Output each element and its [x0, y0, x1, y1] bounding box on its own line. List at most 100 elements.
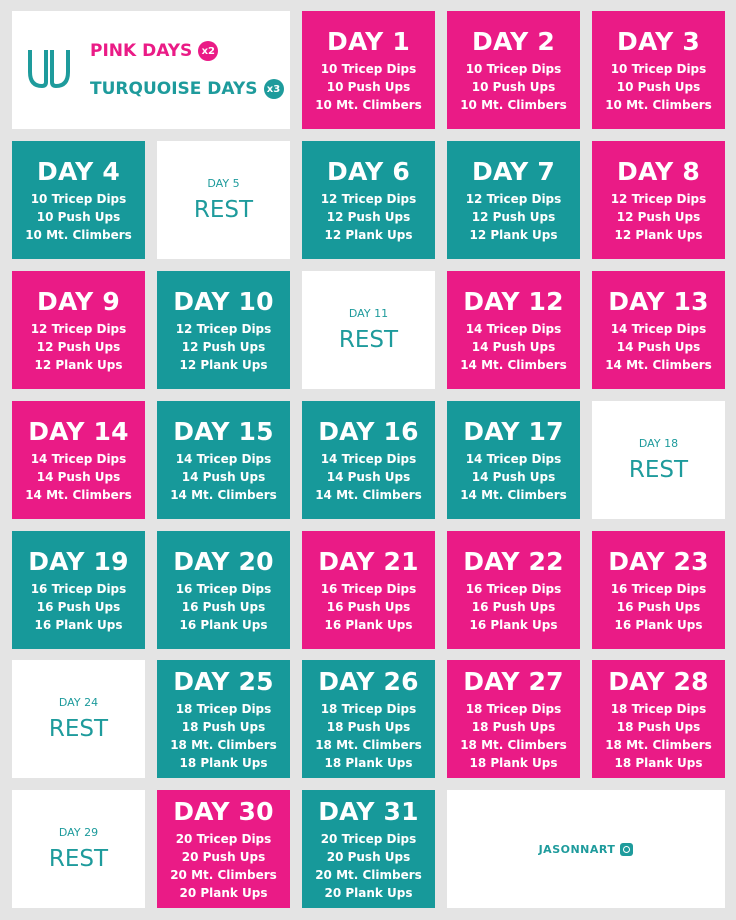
exercise-item: 12 Plank Ups: [324, 227, 413, 242]
day-title: DAY 20: [173, 546, 274, 576]
exercise-item: 20 Plank Ups: [179, 885, 268, 900]
exercise-item: 16 Push Ups: [616, 599, 701, 614]
day-cell-2: DAY 2 10 Tricep Dips 10 Push Ups 10 Mt. Cli…: [447, 11, 580, 129]
exercise-item: 14 Tricep Dips: [610, 321, 707, 336]
day-cell-22: DAY 22 16 Tricep Dips 16 Push Ups 16 Plank …: [447, 531, 580, 649]
day-title: DAY 26: [318, 666, 419, 696]
day-label: DAY 29: [58, 826, 99, 839]
exercise-item: 18 Tricep Dips: [175, 701, 272, 716]
exercise-item: 10 Mt. Climbers: [605, 97, 712, 112]
turquoise-days-label: TURQUOISE DAYS: [90, 79, 258, 99]
exercise-item: 10 Tricep Dips: [465, 61, 562, 76]
rest-label: REST: [48, 846, 109, 872]
day-cell-13: DAY 13 14 Tricep Dips 14 Push Ups 14 Mt. Cl…: [592, 271, 725, 389]
exercise-item: 14 Tricep Dips: [465, 321, 562, 336]
day-cell-7: DAY 7 12 Tricep Dips 12 Push Ups 12 Plank U…: [447, 141, 580, 259]
pink-days-label: PINK DAYS: [90, 41, 193, 61]
day-cell-15: DAY 15 14 Tricep Dips 14 Push Ups 14 Mt. Cl…: [157, 401, 290, 519]
day-title: DAY 31: [318, 796, 419, 826]
exercise-item: 18 Mt. Climbers: [460, 737, 567, 752]
exercise-item: 12 Tricep Dips: [175, 321, 272, 336]
day-title: DAY 7: [472, 156, 555, 186]
day-cell-23: DAY 23 16 Tricep Dips 16 Push Ups 16 Plank …: [592, 531, 725, 649]
day-cell-21: DAY 21 16 Tricep Dips 16 Push Ups 16 Plank …: [302, 531, 435, 649]
exercise-item: 20 Push Ups: [181, 849, 266, 864]
day-cell-8: DAY 8 12 Tricep Dips 12 Push Ups 12 Plank U…: [592, 141, 725, 259]
day-cell-18: DAY 18 REST: [592, 401, 725, 519]
exercise-item: 18 Push Ups: [616, 719, 701, 734]
exercise-item: 14 Push Ups: [471, 469, 556, 484]
day-cell-31: DAY 31 20 Tricep Dips 20 Push Ups 20 Mt. Cl…: [302, 790, 435, 908]
exercise-item: 12 Tricep Dips: [320, 191, 417, 206]
exercise-item: 10 Push Ups: [471, 79, 556, 94]
exercise-item: 14 Mt. Climbers: [460, 487, 567, 502]
turquoise-days-badge: x3: [263, 79, 284, 99]
day-label: DAY 5: [207, 177, 240, 190]
day-title: DAY 4: [37, 156, 120, 186]
day-title: DAY 2: [472, 26, 555, 56]
exercise-item: 14 Mt. Climbers: [25, 487, 132, 502]
exercise-item: 18 Tricep Dips: [320, 701, 417, 716]
day-cell-28: DAY 28 18 Tricep Dips 18 Push Ups 18 Mt. Cl…: [592, 660, 725, 778]
exercise-item: 16 Plank Ups: [469, 617, 558, 632]
legend-header: PINK DAYS x2 TURQUOISE DAYS x3: [12, 11, 290, 129]
day-title: DAY 17: [463, 416, 564, 446]
exercise-item: 12 Plank Ups: [34, 357, 123, 372]
exercise-item: 12 Tricep Dips: [465, 191, 562, 206]
exercise-item: 18 Plank Ups: [179, 755, 268, 770]
day-cell-14: DAY 14 14 Tricep Dips 14 Push Ups 14 Mt. Cl…: [12, 401, 145, 519]
exercise-item: 14 Tricep Dips: [30, 451, 127, 466]
exercise-item: 10 Push Ups: [326, 79, 411, 94]
exercise-item: 14 Push Ups: [616, 339, 701, 354]
exercise-item: 18 Plank Ups: [469, 755, 558, 770]
legend-row-teal: TURQUOISE DAYS x3: [90, 70, 284, 108]
day-title: DAY 22: [463, 546, 564, 576]
exercise-item: 18 Push Ups: [471, 719, 556, 734]
day-title: DAY 21: [318, 546, 419, 576]
day-cell-16: DAY 16 14 Tricep Dips 14 Push Ups 14 Mt. Cl…: [302, 401, 435, 519]
exercise-item: 12 Push Ups: [471, 209, 556, 224]
legend: PINK DAYS x2 TURQUOISE DAYS x3: [90, 32, 284, 108]
exercise-item: 10 Push Ups: [36, 209, 121, 224]
day-cell-10: DAY 10 12 Tricep Dips 12 Push Ups 12 Plank …: [157, 271, 290, 389]
day-cell-4: DAY 4 10 Tricep Dips 10 Push Ups 10 Mt. Cli…: [12, 141, 145, 259]
exercise-item: 14 Tricep Dips: [465, 451, 562, 466]
day-cell-19: DAY 19 16 Tricep Dips 16 Push Ups 16 Plank …: [12, 531, 145, 649]
exercise-item: 14 Push Ups: [36, 469, 121, 484]
day-cell-25: DAY 25 18 Tricep Dips 18 Push Ups 18 Mt. Cl…: [157, 660, 290, 778]
exercise-item: 16 Plank Ups: [34, 617, 123, 632]
day-title: DAY 19: [28, 546, 129, 576]
day-title: DAY 10: [173, 286, 274, 316]
exercise-item: 12 Push Ups: [326, 209, 411, 224]
day-cell-12: DAY 12 14 Tricep Dips 14 Push Ups 14 Mt. Cl…: [447, 271, 580, 389]
day-title: DAY 16: [318, 416, 419, 446]
rest-label: REST: [338, 327, 399, 353]
exercise-item: 18 Tricep Dips: [465, 701, 562, 716]
instagram-icon: [620, 842, 634, 856]
day-title: DAY 23: [608, 546, 709, 576]
exercise-item: 14 Push Ups: [471, 339, 556, 354]
exercise-item: 18 Push Ups: [181, 719, 266, 734]
day-label: DAY 24: [58, 696, 99, 709]
day-title: DAY 12: [463, 286, 564, 316]
jj-logo-icon: [28, 50, 70, 89]
exercise-item: 12 Tricep Dips: [610, 191, 707, 206]
exercise-item: 12 Plank Ups: [614, 227, 703, 242]
exercise-item: 16 Plank Ups: [179, 617, 268, 632]
exercise-item: 16 Tricep Dips: [175, 581, 272, 596]
day-title: DAY 14: [28, 416, 129, 446]
exercise-item: 20 Mt. Climbers: [315, 867, 422, 882]
exercise-item: 16 Tricep Dips: [320, 581, 417, 596]
day-title: DAY 8: [617, 156, 700, 186]
rest-label: REST: [48, 716, 109, 742]
credit: JASONNART: [539, 842, 634, 856]
exercise-item: 14 Mt. Climbers: [460, 357, 567, 372]
day-cell-29: DAY 29 REST: [12, 790, 145, 908]
exercise-item: 18 Plank Ups: [324, 755, 413, 770]
exercise-item: 10 Tricep Dips: [320, 61, 417, 76]
pink-days-badge: x2: [198, 41, 219, 61]
day-label: DAY 11: [348, 307, 389, 320]
rest-label: REST: [628, 457, 689, 483]
exercise-item: 18 Tricep Dips: [610, 701, 707, 716]
day-cell-27: DAY 27 18 Tricep Dips 18 Push Ups 18 Mt. Cl…: [447, 660, 580, 778]
